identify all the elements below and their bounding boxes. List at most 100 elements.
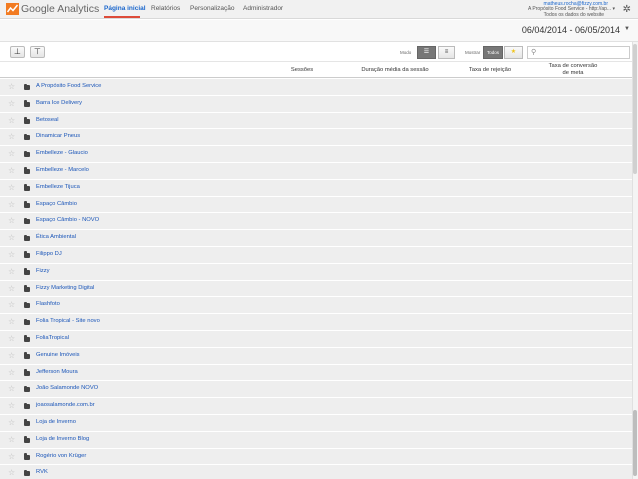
list-item[interactable]: ☆ Fizzy Marketing Digital: [0, 280, 632, 298]
account-link[interactable]: Espaço Câmbio - NOVO: [36, 217, 99, 223]
account-link[interactable]: Ética Ambiental: [36, 234, 76, 240]
account-link[interactable]: Rogério von Krüger: [36, 453, 86, 459]
list-item[interactable]: ☆ A Propósito Food Service: [0, 79, 632, 96]
show-all-button[interactable]: Todos: [483, 46, 503, 59]
list-item[interactable]: ☆ joaosalamonde.com.br: [0, 398, 632, 415]
star-icon[interactable]: ☆: [8, 149, 15, 158]
list-item[interactable]: ☆ Jefferson Moura: [0, 364, 632, 382]
list-item[interactable]: ☆ João Salamonde NOVO: [0, 381, 632, 399]
list-item[interactable]: ☆ Espaço Câmbio: [0, 196, 632, 214]
show-starred-button[interactable]: ★: [504, 46, 523, 59]
list-item[interactable]: ☆ Folia Tropical - Site novo: [0, 314, 632, 331]
app-logo-text[interactable]: Google Analytics: [21, 3, 99, 15]
star-icon[interactable]: ☆: [8, 216, 15, 225]
star-icon[interactable]: ☆: [8, 82, 15, 91]
star-icon[interactable]: ☆: [8, 166, 15, 175]
account-link[interactable]: Flashfoto: [36, 301, 60, 307]
account-link[interactable]: RVK: [36, 469, 48, 475]
star-icon[interactable]: ☆: [8, 250, 15, 259]
account-link[interactable]: Folia Tropical - Site novo: [36, 318, 100, 324]
list-item[interactable]: ☆ RVK: [0, 465, 632, 479]
list-item[interactable]: ☆ Barra Ice Delivery: [0, 95, 632, 113]
folder-icon: [24, 133, 30, 141]
folder-icon: [24, 469, 30, 477]
star-icon[interactable]: ☆: [8, 452, 15, 461]
star-icon[interactable]: ☆: [8, 233, 15, 242]
collapse-button[interactable]: ⊥: [10, 46, 25, 58]
show-label: Mostrar: [465, 50, 481, 55]
column-conversion-rate[interactable]: Taxa de conversão de meta: [548, 63, 598, 77]
star-icon[interactable]: ☆: [8, 351, 15, 360]
compact-mode-button[interactable]: ≡: [438, 46, 455, 59]
star-icon[interactable]: ☆: [8, 384, 15, 393]
star-icon[interactable]: ☆: [8, 300, 15, 309]
account-link[interactable]: Embelleze - Glaucio: [36, 150, 88, 156]
account-link[interactable]: A Propósito Food Service: [36, 83, 101, 89]
account-link[interactable]: Fizzy Marketing Digital: [36, 285, 94, 291]
google-analytics-logo-icon[interactable]: [6, 3, 19, 15]
list-item[interactable]: ☆ Loja de Inverno Blog: [0, 431, 632, 449]
list-item[interactable]: ☆ Genuine Imóveis: [0, 347, 632, 365]
star-icon[interactable]: ☆: [8, 267, 15, 276]
account-link[interactable]: Filippo DJ: [36, 251, 62, 257]
list-item[interactable]: ☆ Fizzy: [0, 263, 632, 281]
star-icon[interactable]: ☆: [8, 132, 15, 141]
account-link[interactable]: joaosalamonde.com.br: [36, 402, 95, 408]
star-icon[interactable]: ☆: [8, 368, 15, 377]
gear-icon[interactable]: ✲: [623, 4, 631, 15]
star-icon[interactable]: ☆: [8, 334, 15, 343]
list-item[interactable]: ☆ Filippo DJ: [0, 246, 632, 264]
account-link[interactable]: Embelleze - Marcelo: [36, 167, 89, 173]
account-link[interactable]: Fizzy: [36, 268, 50, 274]
account-link[interactable]: Dinamicar Pneus: [36, 133, 80, 139]
list-item[interactable]: ☆ Embelleze Tijuca: [0, 179, 632, 197]
star-icon[interactable]: ☆: [8, 317, 15, 326]
star-icon[interactable]: ☆: [8, 116, 15, 125]
column-bounce-rate[interactable]: Taxa de rejeição: [460, 67, 520, 73]
account-link[interactable]: Loja de Inverno Blog: [36, 436, 89, 442]
date-bar: 06/04/2014 - 06/05/2014 ▼: [0, 20, 638, 42]
column-sessions[interactable]: Sessões: [282, 67, 322, 73]
account-view-name: Todos os dados do website: [543, 12, 604, 18]
list-mode-button[interactable]: ☰: [417, 46, 436, 59]
star-icon[interactable]: ☆: [8, 183, 15, 192]
list-item[interactable]: ☆ Ética Ambiental: [0, 230, 632, 247]
folder-icon: [24, 419, 30, 426]
list-item[interactable]: ☆ Embelleze - Glaucio: [0, 146, 632, 163]
account-link[interactable]: Embelleze Tijuca: [36, 184, 80, 190]
nav-reports[interactable]: Relatórios: [151, 5, 180, 12]
star-icon[interactable]: ☆: [8, 99, 15, 108]
list-item[interactable]: ☆ Embelleze - Marcelo: [0, 162, 632, 180]
list-item[interactable]: ☆ Betoseal: [0, 112, 632, 130]
nav-home[interactable]: Página inicial: [104, 5, 146, 12]
expand-button[interactable]: ⊤: [30, 46, 45, 58]
account-link[interactable]: Betoseal: [36, 117, 59, 123]
folder-icon: [24, 285, 30, 292]
list-item[interactable]: ☆ Dinamicar Pneus: [0, 129, 632, 147]
list-item[interactable]: ☆ Rogério von Krüger: [0, 448, 632, 466]
star-icon[interactable]: ☆: [8, 401, 15, 410]
list-item[interactable]: ☆ Loja de Inverno: [0, 414, 632, 432]
account-link[interactable]: FoliaTropical: [36, 335, 69, 341]
nav-admin[interactable]: Administrador: [243, 5, 283, 12]
star-icon[interactable]: ☆: [8, 418, 15, 427]
list-item[interactable]: ☆ FoliaTropical: [0, 330, 632, 348]
star-icon[interactable]: ☆: [8, 435, 15, 444]
nav-customization[interactable]: Personalização: [190, 5, 234, 12]
star-icon[interactable]: ☆: [8, 200, 15, 209]
list-item[interactable]: ☆ Espaço Câmbio - NOVO: [0, 213, 632, 231]
date-range-selector[interactable]: 06/04/2014 - 06/05/2014: [522, 25, 620, 35]
account-link[interactable]: Jefferson Moura: [36, 369, 78, 375]
search-input[interactable]: ⚲: [527, 46, 630, 59]
account-link[interactable]: Barra Ice Delivery: [36, 100, 82, 106]
list-item[interactable]: ☆ Flashfoto: [0, 297, 632, 315]
star-icon[interactable]: ☆: [8, 284, 15, 293]
account-link[interactable]: Genuine Imóveis: [36, 352, 80, 358]
column-avg-duration[interactable]: Duração média da sessão: [355, 67, 435, 73]
scrollbar-thumb[interactable]: [633, 410, 637, 476]
account-link[interactable]: Espaço Câmbio: [36, 201, 77, 207]
chevron-down-icon[interactable]: ▼: [624, 26, 630, 32]
account-link[interactable]: João Salamonde NOVO: [36, 385, 98, 391]
star-icon[interactable]: ☆: [8, 468, 15, 477]
account-link[interactable]: Loja de Inverno: [36, 419, 76, 425]
